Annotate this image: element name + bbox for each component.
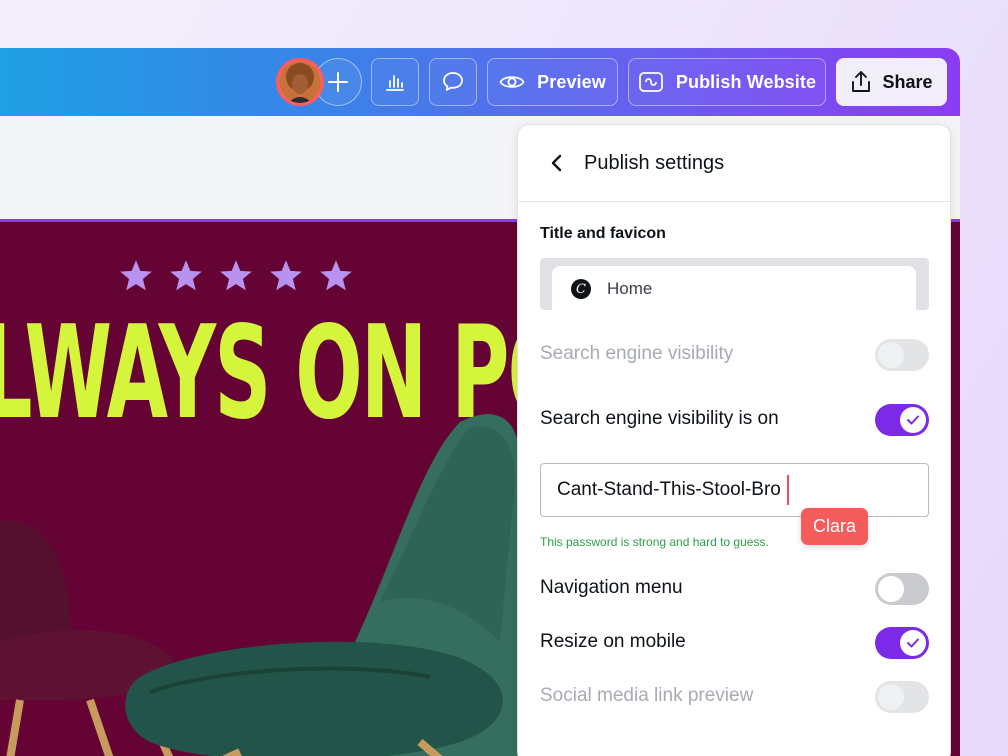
toggle-knob bbox=[878, 576, 904, 602]
title-favicon-heading: Title and favicon bbox=[540, 225, 666, 242]
toggle-knob bbox=[900, 407, 926, 433]
panel-header: Publish settings bbox=[518, 125, 950, 202]
text-cursor bbox=[786, 475, 789, 505]
navigation-menu-toggle[interactable] bbox=[875, 573, 929, 605]
insights-button[interactable] bbox=[371, 58, 419, 106]
publish-website-label: Publish Website bbox=[675, 71, 817, 92]
favicon-preview[interactable]: C Home bbox=[540, 258, 929, 312]
share-label: Share bbox=[882, 71, 933, 92]
site-title-text: Home bbox=[607, 279, 653, 298]
resize-on-mobile-toggle[interactable] bbox=[875, 627, 929, 659]
green-chair-image bbox=[125, 414, 520, 756]
search-engine-visibility-toggle[interactable] bbox=[875, 339, 929, 371]
checkmark-icon bbox=[907, 415, 919, 425]
toggle-knob bbox=[878, 684, 904, 710]
social-media-preview-label: Social media link preview bbox=[540, 685, 754, 706]
toggle-knob bbox=[900, 630, 926, 656]
comment-icon bbox=[443, 72, 463, 91]
social-media-preview-toggle[interactable] bbox=[875, 681, 929, 713]
search-engine-visibility-on-toggle[interactable] bbox=[875, 404, 929, 436]
share-button[interactable]: Share bbox=[836, 58, 947, 106]
chevron-left-icon bbox=[551, 154, 562, 172]
eye-icon bbox=[499, 76, 525, 88]
plus-icon bbox=[328, 72, 348, 92]
bar-chart-icon bbox=[386, 75, 404, 91]
publish-settings-panel: Publish settings Title and favicon C Hom… bbox=[517, 124, 951, 756]
preview-label: Preview bbox=[537, 71, 606, 92]
panel-title: Publish settings bbox=[584, 151, 725, 174]
search-engine-visibility-on-label: Search engine visibility is on bbox=[540, 408, 779, 429]
browser-tab-preview: C Home bbox=[552, 266, 916, 312]
checkmark-icon bbox=[907, 638, 919, 648]
user-avatar[interactable] bbox=[276, 58, 324, 106]
comment-button[interactable] bbox=[429, 58, 477, 106]
preview-button[interactable]: Preview bbox=[487, 58, 618, 106]
search-engine-visibility-label: Search engine visibility bbox=[540, 343, 734, 364]
password-value: Cant-Stand-This-Stool-Bro bbox=[557, 479, 781, 500]
website-icon bbox=[638, 72, 663, 92]
resize-on-mobile-label: Resize on mobile bbox=[540, 631, 686, 652]
back-button[interactable] bbox=[546, 152, 568, 174]
publish-website-button[interactable]: Publish Website bbox=[628, 58, 826, 106]
collaborator-cursor-tag: Clara bbox=[801, 508, 868, 545]
toggle-knob bbox=[878, 342, 904, 368]
canva-logo-icon: C bbox=[571, 279, 591, 299]
password-input[interactable]: Cant-Stand-This-Stool-Bro bbox=[540, 463, 929, 517]
top-toolbar: Preview Publish Website Share bbox=[0, 48, 960, 116]
navigation-menu-label: Navigation menu bbox=[540, 577, 683, 598]
password-strength-hint: This password is strong and hard to gues… bbox=[540, 535, 769, 549]
share-upload-icon bbox=[852, 71, 871, 92]
avatar-image bbox=[279, 61, 321, 103]
